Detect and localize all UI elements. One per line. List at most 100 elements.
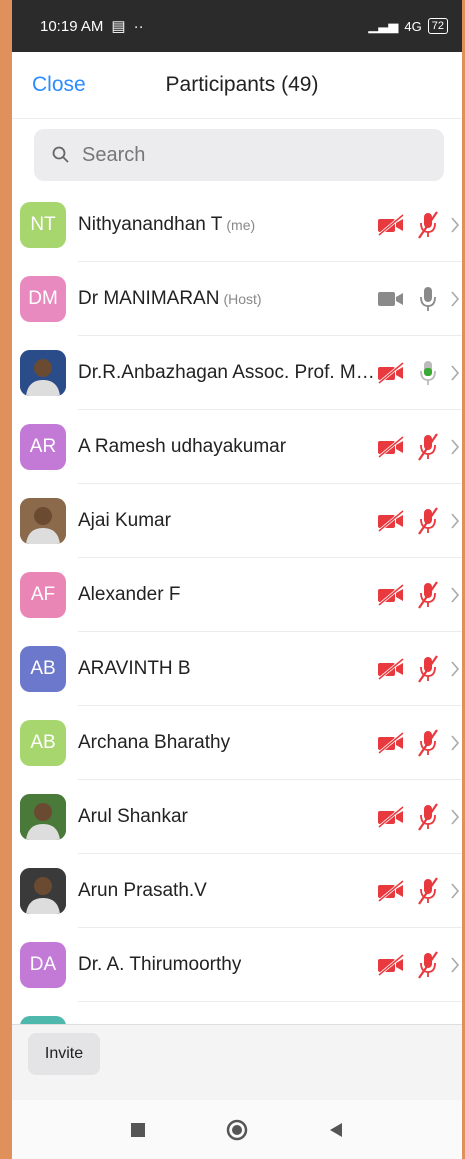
mic-muted-icon [418, 877, 438, 905]
video-off-icon [378, 584, 404, 606]
participant-name-text: Alexander F [78, 584, 181, 605]
chevron-right-icon[interactable] [450, 956, 460, 974]
avatar [20, 498, 66, 544]
participant-name: Nithyanandhan T (me) [78, 214, 255, 236]
participant-row[interactable]: AR A Ramesh udhayakumar [12, 410, 462, 484]
participant-name-text: Arun Prasath.V [78, 880, 207, 901]
participant-name: Dr. A. Thirumoorthy [78, 954, 241, 976]
avatar: AF [20, 572, 66, 618]
mic-icon [420, 361, 436, 385]
participant-status-icons [376, 506, 460, 536]
video-off-icon [378, 732, 404, 754]
video-on-icon [378, 292, 403, 306]
chevron-right-icon[interactable] [450, 216, 460, 234]
video-off-icon [378, 214, 404, 236]
participant-name: Alexander F [78, 584, 180, 606]
avatar: AB [20, 720, 66, 766]
video-off-icon [378, 436, 404, 458]
search-icon [52, 146, 69, 163]
mic-muted-icon [418, 655, 438, 683]
search-placeholder: Search [82, 143, 146, 166]
message-icon: ▤ [111, 18, 126, 35]
participant-row[interactable]: Arul Shankar [12, 780, 462, 854]
participant-status-icons [376, 802, 460, 832]
participant-row[interactable]: AB Archana Bharathy [12, 706, 462, 780]
participant-row[interactable]: AB ARAVINTH B [12, 632, 462, 706]
video-off-icon [378, 658, 404, 680]
participant-name-text: Archana Bharathy [78, 732, 231, 753]
participant-name-text: Arul Shankar [78, 806, 188, 827]
participant-status-icons [376, 432, 460, 462]
mic-muted-icon [418, 729, 438, 757]
participant-status-icons [376, 876, 460, 906]
video-off-icon [378, 880, 404, 902]
video-off-icon [378, 510, 404, 532]
participant-row[interactable]: Dr.R.Anbazhagan Assoc. Prof. Me... [12, 336, 462, 410]
profile-photo [20, 794, 66, 840]
participant-name: ARAVINTH B [78, 658, 191, 680]
phone-screen: 10:19 AM ▤ ·· ▁▃▅ 4G 72 Close Participan… [12, 0, 462, 1159]
participant-status-icons [376, 580, 460, 610]
chevron-right-icon[interactable] [450, 290, 460, 308]
chevron-right-icon[interactable] [450, 734, 460, 752]
video-off-icon [378, 362, 404, 384]
mic-muted-icon [418, 507, 438, 535]
participant-row[interactable]: Arun Prasath.V [12, 854, 462, 928]
chevron-right-icon[interactable] [450, 512, 460, 530]
participant-row[interactable]: NT Nithyanandhan T (me) [12, 188, 462, 262]
participant-name: Arul Shankar [78, 806, 188, 828]
avatar: DA [20, 942, 66, 988]
participant-name: A Ramesh udhayakumar [78, 436, 286, 458]
chevron-right-icon[interactable] [450, 364, 460, 382]
avatar: NT [20, 202, 66, 248]
footer-bar: Invite [12, 1024, 462, 1101]
participant-row[interactable]: AF Alexander F [12, 558, 462, 632]
video-off-icon [378, 954, 404, 976]
home-button-icon[interactable] [226, 1119, 248, 1141]
chevron-right-icon[interactable] [450, 808, 460, 826]
avatar: DM [20, 276, 66, 322]
participant-name-text: Nithyanandhan T [78, 214, 223, 235]
chevron-right-icon[interactable] [450, 660, 460, 678]
participant-row-partial[interactable] [12, 1002, 462, 1024]
avatar [20, 1016, 66, 1024]
status-bar: 10:19 AM ▤ ·· ▁▃▅ 4G 72 [12, 0, 462, 52]
recents-button-icon[interactable] [130, 1122, 146, 1138]
profile-photo [20, 868, 66, 914]
invite-button[interactable]: Invite [28, 1033, 100, 1075]
header: Close Participants (49) [12, 52, 462, 119]
avatar [20, 868, 66, 914]
participant-name: Dr.R.Anbazhagan Assoc. Prof. Me... [78, 362, 378, 384]
status-time: 10:19 AM [40, 17, 104, 35]
search-container: Search [12, 119, 462, 191]
participant-row[interactable]: DA Dr. A. Thirumoorthy [12, 928, 462, 1002]
search-input[interactable]: Search [34, 129, 444, 181]
mic-muted-icon [418, 433, 438, 461]
participant-name: Archana Bharathy [78, 732, 230, 754]
mic-muted-icon [418, 803, 438, 831]
avatar: AR [20, 424, 66, 470]
profile-photo [20, 498, 66, 544]
video-off-icon [378, 806, 404, 828]
participant-row[interactable]: DM Dr MANIMARAN (Host) [12, 262, 462, 336]
participant-name-text: A Ramesh udhayakumar [78, 436, 287, 457]
chevron-right-icon[interactable] [450, 882, 460, 900]
avatar [20, 350, 66, 396]
back-button-icon[interactable] [328, 1122, 344, 1138]
mic-muted-icon [418, 951, 438, 979]
chevron-right-icon[interactable] [450, 438, 460, 456]
participant-name-text: Dr.R.Anbazhagan Assoc. Prof. Me... [78, 362, 378, 383]
participant-name-text: Dr MANIMARAN [78, 288, 220, 309]
participant-row[interactable]: Ajai Kumar [12, 484, 462, 558]
battery-indicator: 72 [427, 18, 448, 34]
chevron-right-icon[interactable] [450, 586, 460, 604]
mic-muted-icon [418, 581, 438, 609]
android-nav-bar [12, 1100, 462, 1159]
close-button[interactable]: Close [32, 73, 86, 97]
participant-name-text: ARAVINTH B [78, 658, 191, 679]
profile-photo [20, 350, 66, 396]
participant-role: (me) [226, 217, 256, 233]
participant-name-text: Dr. A. Thirumoorthy [78, 954, 242, 975]
participant-status-icons [376, 284, 460, 314]
mic-muted-icon [418, 211, 438, 239]
